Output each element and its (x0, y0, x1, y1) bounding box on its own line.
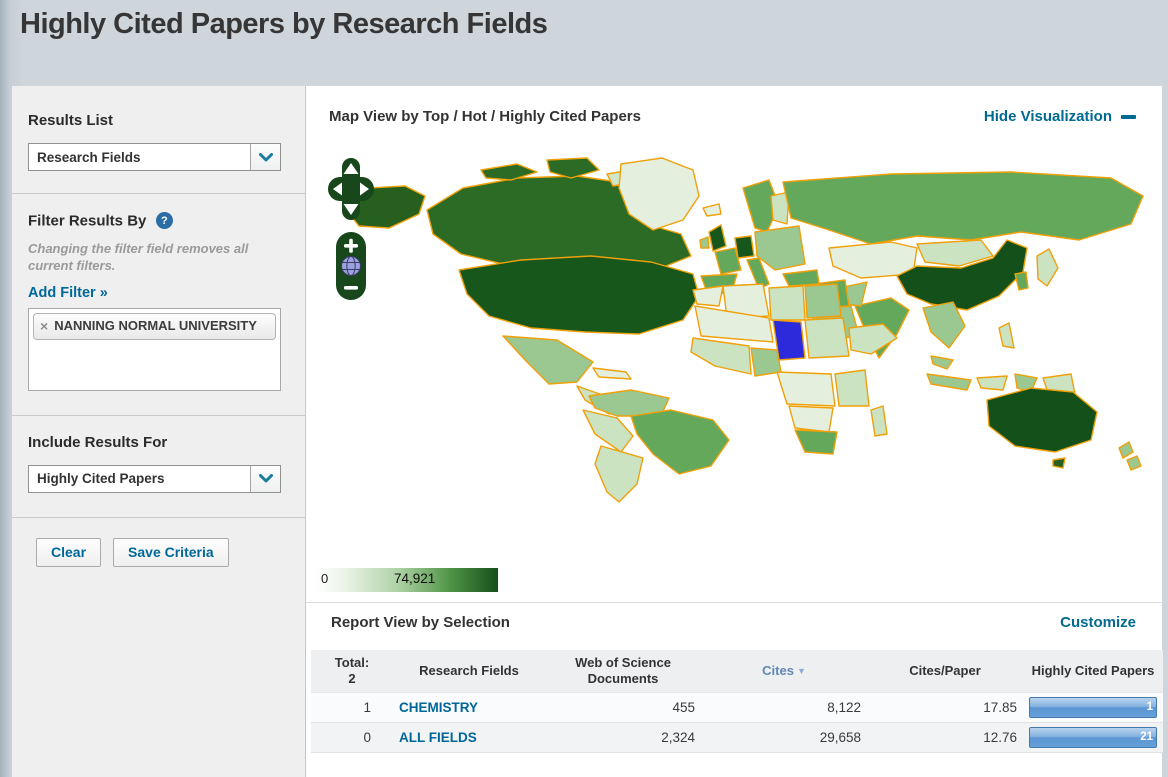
include-results-value: Highly Cited Papers (37, 471, 165, 487)
col-research-fields: Research Fields (393, 650, 545, 692)
cites-value: 29,658 (701, 722, 867, 753)
total-value: 2 (348, 670, 356, 686)
cites-per-paper-value: 17.85 (867, 691, 1023, 723)
minus-icon (1121, 114, 1136, 119)
country-usa (458, 255, 700, 335)
chevron-down-icon[interactable] (250, 465, 280, 492)
sort-desc-icon: ▼ (796, 665, 806, 676)
hide-visualization-link[interactable]: Hide Visualization (984, 108, 1136, 125)
map-header: Map View by Top / Hot / Highly Cited Pap… (329, 108, 1136, 125)
highly-cited-value: 1 (1146, 701, 1153, 713)
country-brazil (630, 409, 730, 475)
section-divider (306, 602, 1162, 603)
world-map[interactable] (331, 148, 1153, 548)
country-south-africa (794, 429, 838, 455)
report-header: Report View by Selection Customize (331, 614, 1136, 631)
results-list-value: Research Fields (37, 149, 141, 165)
country-japan (1036, 248, 1059, 287)
save-criteria-button[interactable]: Save Criteria (113, 537, 229, 567)
field-link-all-fields[interactable]: ALL FIELDS (399, 730, 477, 745)
zoom-out-icon (344, 286, 358, 290)
legend-min-label: 0 (321, 571, 329, 586)
country-russia (782, 171, 1144, 245)
country-egypt (804, 283, 842, 319)
row-index: 1 (311, 691, 393, 723)
col-total: Total: 2 (311, 650, 393, 692)
filter-tag-label: NANNING NORMAL UNIVERSITY (54, 317, 257, 333)
globe-icon (341, 256, 361, 276)
table-header-row: Total: 2 Research Fields Web of Science … (311, 650, 1163, 692)
sidebar: Results List Research Fields Filter Resu… (12, 86, 305, 777)
country-mexico (502, 335, 594, 385)
map-controls (326, 158, 376, 313)
results-list-dropdown[interactable]: Research Fields (28, 143, 281, 171)
col-documents: Web of Science Documents (545, 650, 701, 692)
include-results-dropdown[interactable]: Highly Cited Papers (28, 464, 281, 493)
col-cites-per-paper: Cites/Paper (867, 650, 1023, 692)
highly-cited-value: 21 (1140, 731, 1153, 743)
field-link-chemistry[interactable]: CHEMISTRY (399, 700, 478, 715)
col-cites-label: Cites (762, 662, 794, 678)
filter-tag[interactable]: × NANNING NORMAL UNIVERSITY (33, 312, 276, 340)
page-title: Highly Cited Papers by Research Fields (20, 8, 548, 40)
cites-per-paper-value: 12.76 (867, 722, 1023, 753)
report-view-title: Report View by Selection (331, 614, 510, 631)
results-list-label: Results List (28, 112, 114, 129)
filter-label: Filter Results By (28, 212, 147, 230)
results-list-section: Results List Research Fields (12, 86, 305, 193)
legend-max-label: 74,921 (394, 571, 436, 586)
documents-value: 455 (545, 691, 701, 723)
page: Highly Cited Papers by Research Fields R… (0, 0, 1168, 777)
highly-cited-bar: 1 (1029, 696, 1157, 718)
table-row: 1 CHEMISTRY 455 8,122 17.85 1 (311, 691, 1163, 723)
sidebar-buttons: Clear Save Criteria (12, 518, 305, 567)
documents-value: 2,324 (545, 722, 701, 753)
chevron-down-icon[interactable] (250, 144, 280, 170)
map-pan-control (328, 158, 374, 220)
col-highly-cited: Highly Cited Papers (1023, 650, 1163, 692)
filter-note: Changing the filter field removes all cu… (28, 240, 249, 274)
main-panel: Map View by Top / Hot / Highly Cited Pap… (305, 86, 1163, 777)
report-table: Total: 2 Research Fields Web of Science … (311, 650, 1163, 753)
remove-filter-icon[interactable]: × (40, 318, 48, 334)
filter-tag-box: × NANNING NORMAL UNIVERSITY (28, 307, 281, 391)
country-australia (986, 387, 1098, 453)
map-zoom-control (336, 232, 366, 300)
add-filter-link[interactable]: Add Filter » (28, 285, 108, 301)
country-uk (708, 224, 727, 252)
filter-section: Filter Results By ? Changing the filter … (12, 194, 305, 415)
total-label: Total: (334, 654, 370, 670)
country-germany (734, 235, 755, 259)
map-area (328, 148, 1153, 548)
customize-link[interactable]: Customize (1060, 614, 1136, 631)
cites-value: 8,122 (701, 691, 867, 723)
highly-cited-bar: 21 (1029, 726, 1157, 748)
include-results-label: Include Results For (28, 433, 168, 451)
help-icon[interactable]: ? (155, 212, 173, 229)
map-view-title: Map View by Top / Hot / Highly Cited Pap… (329, 108, 641, 125)
row-index: 0 (311, 722, 393, 753)
include-results-section: Include Results For Highly Cited Papers (12, 416, 305, 517)
table-row: 0 ALL FIELDS 2,324 29,658 12.76 21 (311, 722, 1163, 753)
map-legend: 0 74,921 (316, 568, 498, 592)
hide-visualization-label: Hide Visualization (983, 108, 1112, 125)
clear-button[interactable]: Clear (36, 537, 102, 567)
col-cites-sort[interactable]: Cites ▼ (701, 650, 867, 692)
